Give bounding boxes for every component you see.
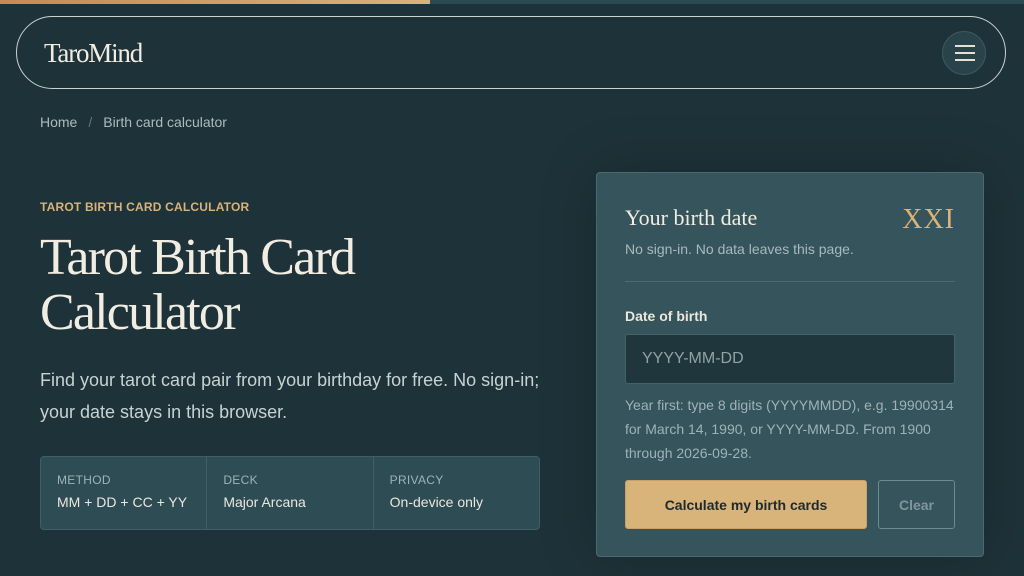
date-of-birth-label: Date of birth [625,308,708,324]
page-progress-track [0,0,1024,4]
fact-label: DECK [223,473,258,487]
form-title: Your birth date [625,205,758,230]
fact-value: On-device only [389,494,484,510]
facts-panel: METHOD MM + DD + CC + YY DECK Major Arca… [40,456,540,530]
fact-deck: DECK Major Arcana [207,457,374,529]
breadcrumb: Home / Birth card calculator [40,114,227,130]
roman-numeral-badge: XXI [902,204,955,235]
menu-button[interactable] [942,31,986,75]
hamburger-menu-icon [955,45,975,47]
brand-logo[interactable]: TaroMind [44,38,143,69]
hero-description: Find your tarot card pair from your birt… [40,370,540,422]
clear-button[interactable]: Clear [878,480,955,529]
breadcrumb-current: Birth card calculator [103,114,227,130]
date-of-birth-input[interactable] [625,334,955,384]
site-header: TaroMind [16,16,1006,89]
fact-label: METHOD [57,473,111,487]
fact-label: PRIVACY [389,473,444,487]
fact-value: MM + DD + CC + YY [57,494,188,510]
birth-date-form-card: Your birth date XXI No sign-in. No data … [596,172,984,557]
form-divider [625,281,955,282]
hero-eyebrow: TAROT BIRTH CARD CALCULATOR [40,200,250,214]
fact-method: METHOD MM + DD + CC + YY [41,457,208,529]
page-title: Tarot Birth Card Calculator [40,229,356,341]
fact-privacy: PRIVACY On-device only [374,457,539,529]
hamburger-menu-icon-bar [955,52,975,54]
hamburger-menu-icon-bar [955,59,975,61]
date-format-hint: Year first: type 8 digits (YYYYMMDD), e.… [625,397,954,461]
form-subtitle: No sign-in. No data leaves this page. [625,241,854,257]
fact-value: Major Arcana [223,494,306,510]
breadcrumb-home-link[interactable]: Home [40,114,77,130]
calculate-button[interactable]: Calculate my birth cards [625,480,867,529]
page-progress-fill [0,0,431,4]
breadcrumb-separator: / [88,114,93,130]
